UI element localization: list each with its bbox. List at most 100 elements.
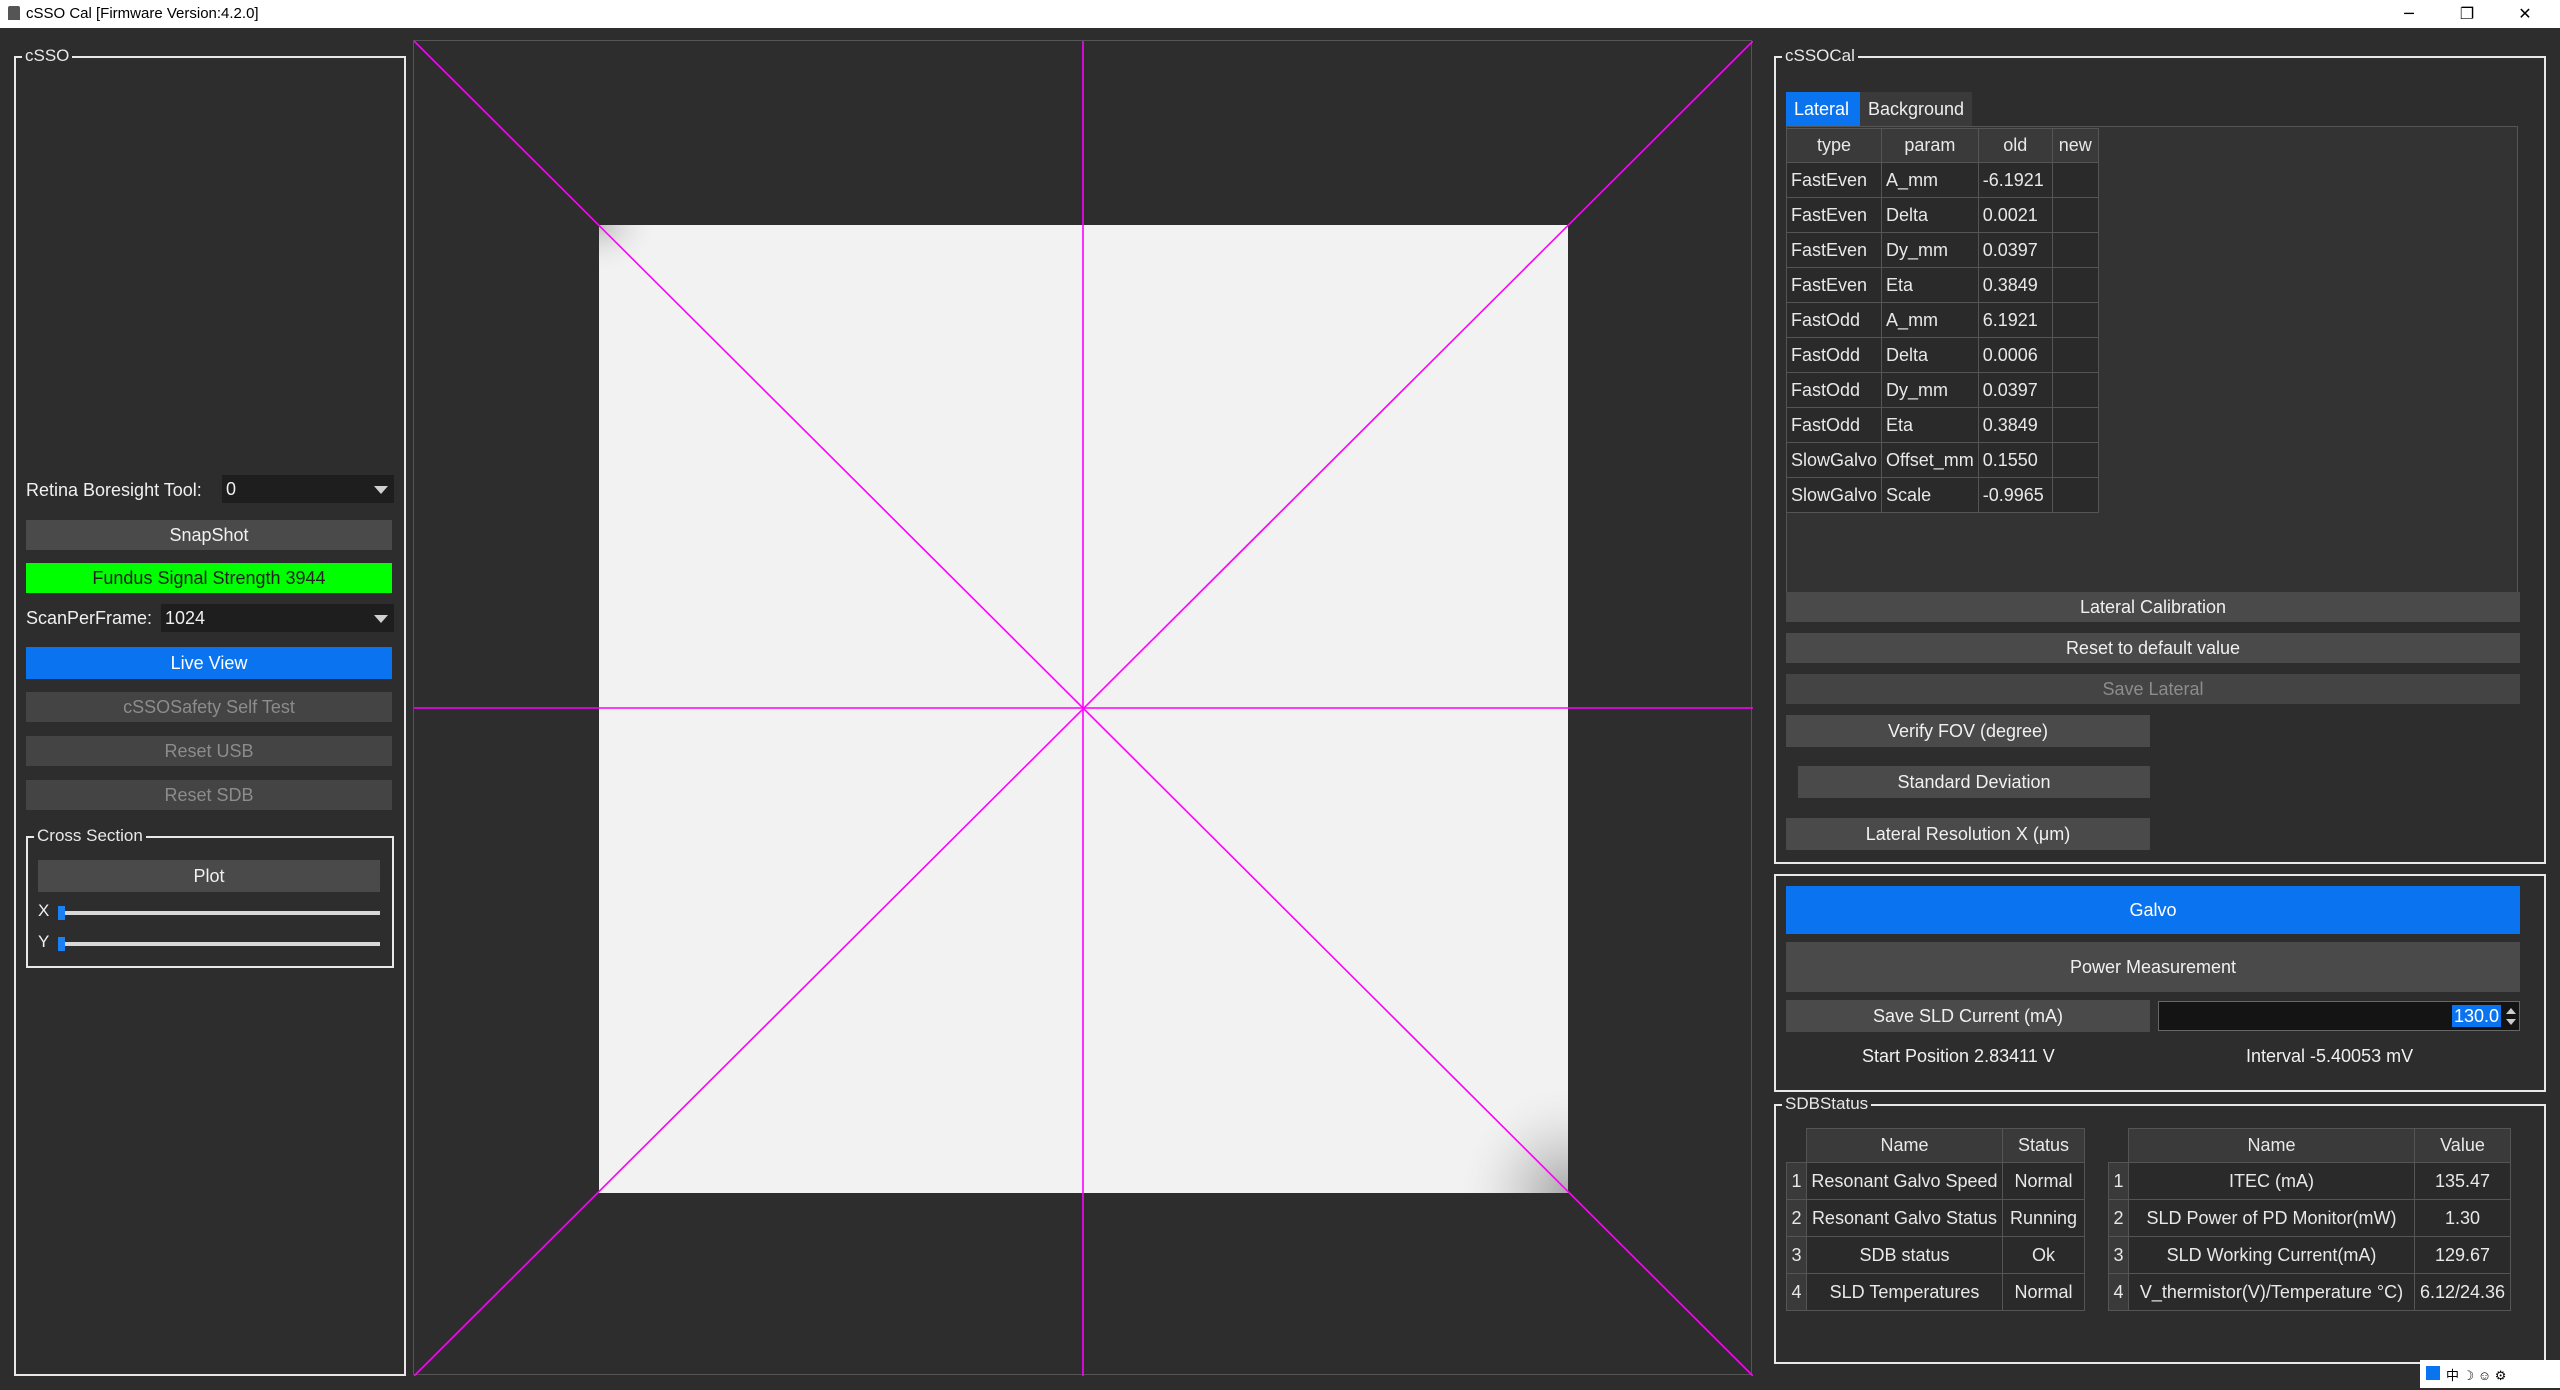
image-viewer[interactable]	[413, 40, 1753, 1376]
cell-new[interactable]	[2051, 337, 2099, 373]
self-test-button[interactable]: cSSOSafety Self Test	[26, 692, 392, 722]
title-bar: cSSO Cal [Firmware Version:4.2.0] ─ ❐ ✕	[0, 0, 2560, 28]
sdb-values-table: Name Value 1 ITEC (mA) 135.47 2 SLD Power of…	[2108, 1128, 2511, 1311]
cell-new[interactable]	[2051, 302, 2099, 338]
tray-app-icon[interactable]	[2426, 1366, 2440, 1380]
slider-x-handle[interactable]	[58, 906, 65, 920]
save-sld-current-button[interactable]: Save SLD Current (mA)	[1786, 1000, 2150, 1032]
slider-y-track[interactable]	[58, 942, 380, 946]
table-row[interactable]: FastOdd Eta 0.3849	[1785, 407, 2099, 443]
cell-name: SLD Power of PD Monitor(mW)	[2128, 1199, 2415, 1237]
table-row: 3 SLD Working Current(mA) 129.67	[2108, 1236, 2511, 1274]
row-index: 3	[2108, 1236, 2129, 1274]
table-row[interactable]: FastOdd Delta 0.0006	[1785, 337, 2099, 373]
verify-fov-button[interactable]: Verify FOV (degree)	[1786, 715, 2150, 747]
cell-old: 0.3849	[1977, 407, 2053, 443]
cell-new[interactable]	[2051, 407, 2099, 443]
column-header: Name	[2128, 1128, 2415, 1163]
table-row[interactable]: FastEven Dy_mm 0.0397	[1785, 232, 2099, 268]
table-row: 2 Resonant Galvo Status Running	[1786, 1199, 2085, 1237]
spin-down-icon[interactable]	[2506, 1019, 2516, 1025]
cell-type: FastOdd	[1785, 302, 1883, 338]
spin-up-icon[interactable]	[2506, 1008, 2516, 1014]
tab-background[interactable]: Background	[1860, 92, 1972, 126]
table-row[interactable]: FastOdd Dy_mm 0.0397	[1785, 372, 2099, 408]
slider-x-track[interactable]	[58, 911, 380, 915]
cell-new[interactable]	[2051, 232, 2099, 268]
table-row[interactable]: SlowGalvo Scale -0.9965	[1785, 477, 2099, 513]
sdb-status-title: SDBStatus	[1782, 1094, 1872, 1114]
lateral-resolution-button[interactable]: Lateral Resolution X (μm)	[1786, 818, 2150, 850]
cell-value: Normal	[2002, 1273, 2085, 1311]
table-row[interactable]: FastEven Eta 0.3849	[1785, 267, 2099, 303]
table-row[interactable]: FastOdd A_mm 6.1921	[1785, 302, 2099, 338]
cell-type: SlowGalvo	[1785, 442, 1883, 478]
interval-label: Interval -5.40053 mV	[2246, 1046, 2414, 1066]
table-row[interactable]: FastEven A_mm -6.1921	[1785, 162, 2099, 198]
cell-name: SLD Temperatures	[1806, 1273, 2003, 1311]
table-header-row: type param old new	[1785, 128, 2099, 163]
cell-value: Ok	[2002, 1236, 2085, 1274]
scan-per-frame-select[interactable]: 1024	[161, 604, 394, 632]
sld-current-spinbox[interactable]: 130.0	[2158, 1001, 2520, 1031]
tray-icons[interactable]: 中 ☽ ☺ ⚙	[2446, 1365, 2506, 1384]
reset-sdb-button[interactable]: Reset SDB	[26, 780, 392, 810]
cell-type: FastEven	[1785, 232, 1883, 268]
close-button[interactable]: ✕	[2496, 0, 2554, 28]
calibration-table: type param old new FastEven A_mm -6.1921 Fa…	[1785, 128, 2099, 513]
galvo-button[interactable]: Galvo	[1786, 886, 2520, 934]
table-row[interactable]: FastEven Delta 0.0021	[1785, 197, 2099, 233]
cell-new[interactable]	[2051, 442, 2099, 478]
scan-noise-tl	[599, 225, 659, 275]
system-tray: 中 ☽ ☺ ⚙	[2420, 1360, 2560, 1388]
slider-y-handle[interactable]	[58, 937, 65, 951]
minimize-button[interactable]: ─	[2380, 0, 2438, 28]
power-measurement-button[interactable]: Power Measurement	[1786, 942, 2520, 992]
table-row[interactable]: SlowGalvo Offset_mm 0.1550	[1785, 442, 2099, 478]
reset-default-button[interactable]: Reset to default value	[1786, 633, 2520, 663]
cell-type: FastEven	[1785, 162, 1883, 198]
scan-per-frame-label: ScanPerFrame:	[26, 608, 153, 628]
cell-param: A_mm	[1881, 302, 1979, 338]
live-view-button[interactable]: Live View	[26, 647, 392, 679]
reset-usb-button[interactable]: Reset USB	[26, 736, 392, 766]
cell-new[interactable]	[2051, 162, 2099, 198]
cell-new[interactable]	[2051, 197, 2099, 233]
boresight-select[interactable]: 0	[222, 475, 394, 503]
cell-old: 0.0397	[1977, 372, 2053, 408]
table-row: 4 SLD Temperatures Normal	[1786, 1273, 2085, 1311]
column-header: param	[1881, 128, 1979, 163]
column-header: type	[1785, 128, 1883, 163]
cell-type: FastOdd	[1785, 407, 1883, 443]
cell-param: Delta	[1881, 337, 1979, 373]
cell-type: FastEven	[1785, 197, 1883, 233]
cell-old: -6.1921	[1977, 162, 2053, 198]
lateral-calibration-button[interactable]: Lateral Calibration	[1786, 592, 2520, 622]
cross-section-title: Cross Section	[34, 826, 146, 846]
cell-new[interactable]	[2051, 477, 2099, 513]
boresight-label: Retina Boresight Tool:	[26, 480, 202, 500]
slider-x-label: X	[38, 901, 50, 920]
sld-current-value: 130.0	[2451, 1005, 2501, 1027]
cell-new[interactable]	[2051, 372, 2099, 408]
cell-type: FastEven	[1785, 267, 1883, 303]
app-icon	[8, 6, 20, 20]
cell-old: 6.1921	[1977, 302, 2053, 338]
viewer-canvas	[414, 41, 1753, 1376]
std-deviation-button[interactable]: Standard Deviation	[1798, 766, 2150, 798]
cell-new[interactable]	[2051, 267, 2099, 303]
tab-lateral[interactable]: Lateral	[1786, 92, 1860, 126]
row-index: 4	[1786, 1273, 1807, 1311]
cell-old: 0.0021	[1977, 197, 2053, 233]
cell-value: 135.47	[2414, 1162, 2511, 1200]
snapshot-button[interactable]: SnapShot	[26, 520, 392, 550]
cell-old: 0.3849	[1977, 267, 2053, 303]
save-lateral-button[interactable]: Save Lateral	[1786, 674, 2520, 704]
cell-value: 6.12/24.36	[2414, 1273, 2511, 1311]
restore-button[interactable]: ❐	[2438, 0, 2496, 28]
column-header: Status	[2002, 1128, 2085, 1163]
cell-param: Eta	[1881, 267, 1979, 303]
plot-button[interactable]: Plot	[38, 860, 380, 892]
row-index: 1	[2108, 1162, 2129, 1200]
cell-type: FastOdd	[1785, 372, 1883, 408]
